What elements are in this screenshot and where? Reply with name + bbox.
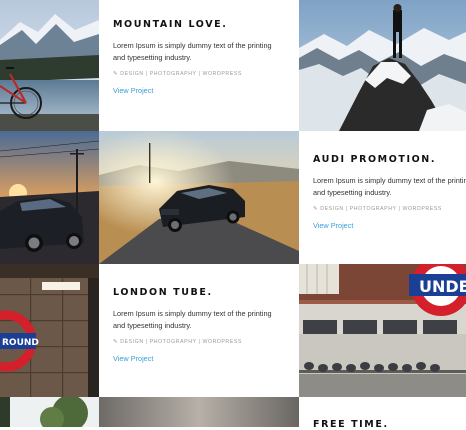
photo-man-on-peak[interactable] bbox=[299, 0, 466, 131]
view-project-link[interactable]: View Project bbox=[313, 221, 353, 230]
project-card-audi-promotion: AUDI PROMOTION. Lorem Ipsum is simply du… bbox=[299, 131, 466, 264]
project-card-london-tube: LONDON TUBE. Lorem Ipsum is simply dummy… bbox=[99, 264, 299, 397]
photo-tube-station-pigeons[interactable]: UNDE bbox=[299, 264, 466, 397]
project-tags: ✎ DESIGN | PHOTOGRAPHY | WORDPRESS bbox=[313, 206, 466, 212]
project-title: AUDI PROMOTION. bbox=[313, 154, 437, 165]
photo-underground-roundel[interactable]: ROUND bbox=[0, 264, 99, 397]
photo-audi-sunset[interactable] bbox=[0, 131, 99, 264]
project-card-free-time: FREE TIME. bbox=[299, 397, 466, 430]
tag-icon: ✎ bbox=[113, 339, 119, 345]
project-tags-text: DESIGN | PHOTOGRAPHY | WORDPRESS bbox=[120, 339, 242, 345]
roundel-text: ROUND bbox=[2, 338, 39, 348]
project-tags-text: DESIGN | PHOTOGRAPHY | WORDPRESS bbox=[120, 71, 242, 77]
project-tags: ✎ DESIGN | PHOTOGRAPHY | WORDPRESS bbox=[113, 339, 299, 345]
tag-icon: ✎ bbox=[313, 206, 319, 212]
tube-sign-text: UNDE bbox=[419, 277, 466, 296]
project-title: LONDON TUBE. bbox=[113, 287, 213, 298]
project-tags: ✎ DESIGN | PHOTOGRAPHY | WORDPRESS bbox=[113, 71, 299, 77]
photo-tree-partial[interactable] bbox=[0, 397, 99, 427]
project-description: Lorem Ipsum is simply dummy text of the … bbox=[113, 309, 272, 330]
tag-icon: ✎ bbox=[113, 71, 119, 77]
view-project-link[interactable]: View Project bbox=[113, 354, 153, 363]
photo-audi-road[interactable] bbox=[99, 131, 299, 264]
project-card-mountain-love: MOUNTAIN LOVE. Lorem Ipsum is simply dum… bbox=[99, 0, 299, 131]
project-description: Lorem Ipsum is simply dummy text of the … bbox=[113, 41, 272, 62]
project-tags-text: DESIGN | PHOTOGRAPHY | WORDPRESS bbox=[320, 206, 442, 212]
view-project-link[interactable]: View Project bbox=[113, 86, 153, 95]
project-description: Lorem Ipsum is simply dummy text of the … bbox=[313, 176, 466, 197]
photo-dusk-partial[interactable] bbox=[99, 397, 299, 427]
project-title: MOUNTAIN LOVE. bbox=[113, 19, 228, 30]
photo-bicycle-lake[interactable] bbox=[0, 0, 99, 131]
project-title: FREE TIME. bbox=[313, 419, 389, 430]
